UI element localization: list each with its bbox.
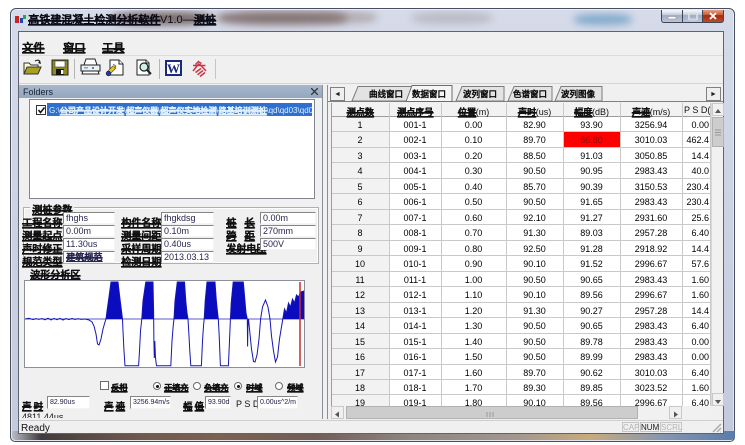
svg-text:波列窗口: 波列窗口 bbox=[463, 89, 497, 99]
svg-text:W: W bbox=[167, 61, 180, 76]
svg-text:曲线窗口: 曲线窗口 bbox=[369, 89, 403, 99]
svg-text:数据窗口: 数据窗口 bbox=[412, 89, 446, 99]
svg-text:波列图像: 波列图像 bbox=[561, 89, 596, 99]
svg-text:色谱窗口: 色谱窗口 bbox=[513, 89, 547, 99]
